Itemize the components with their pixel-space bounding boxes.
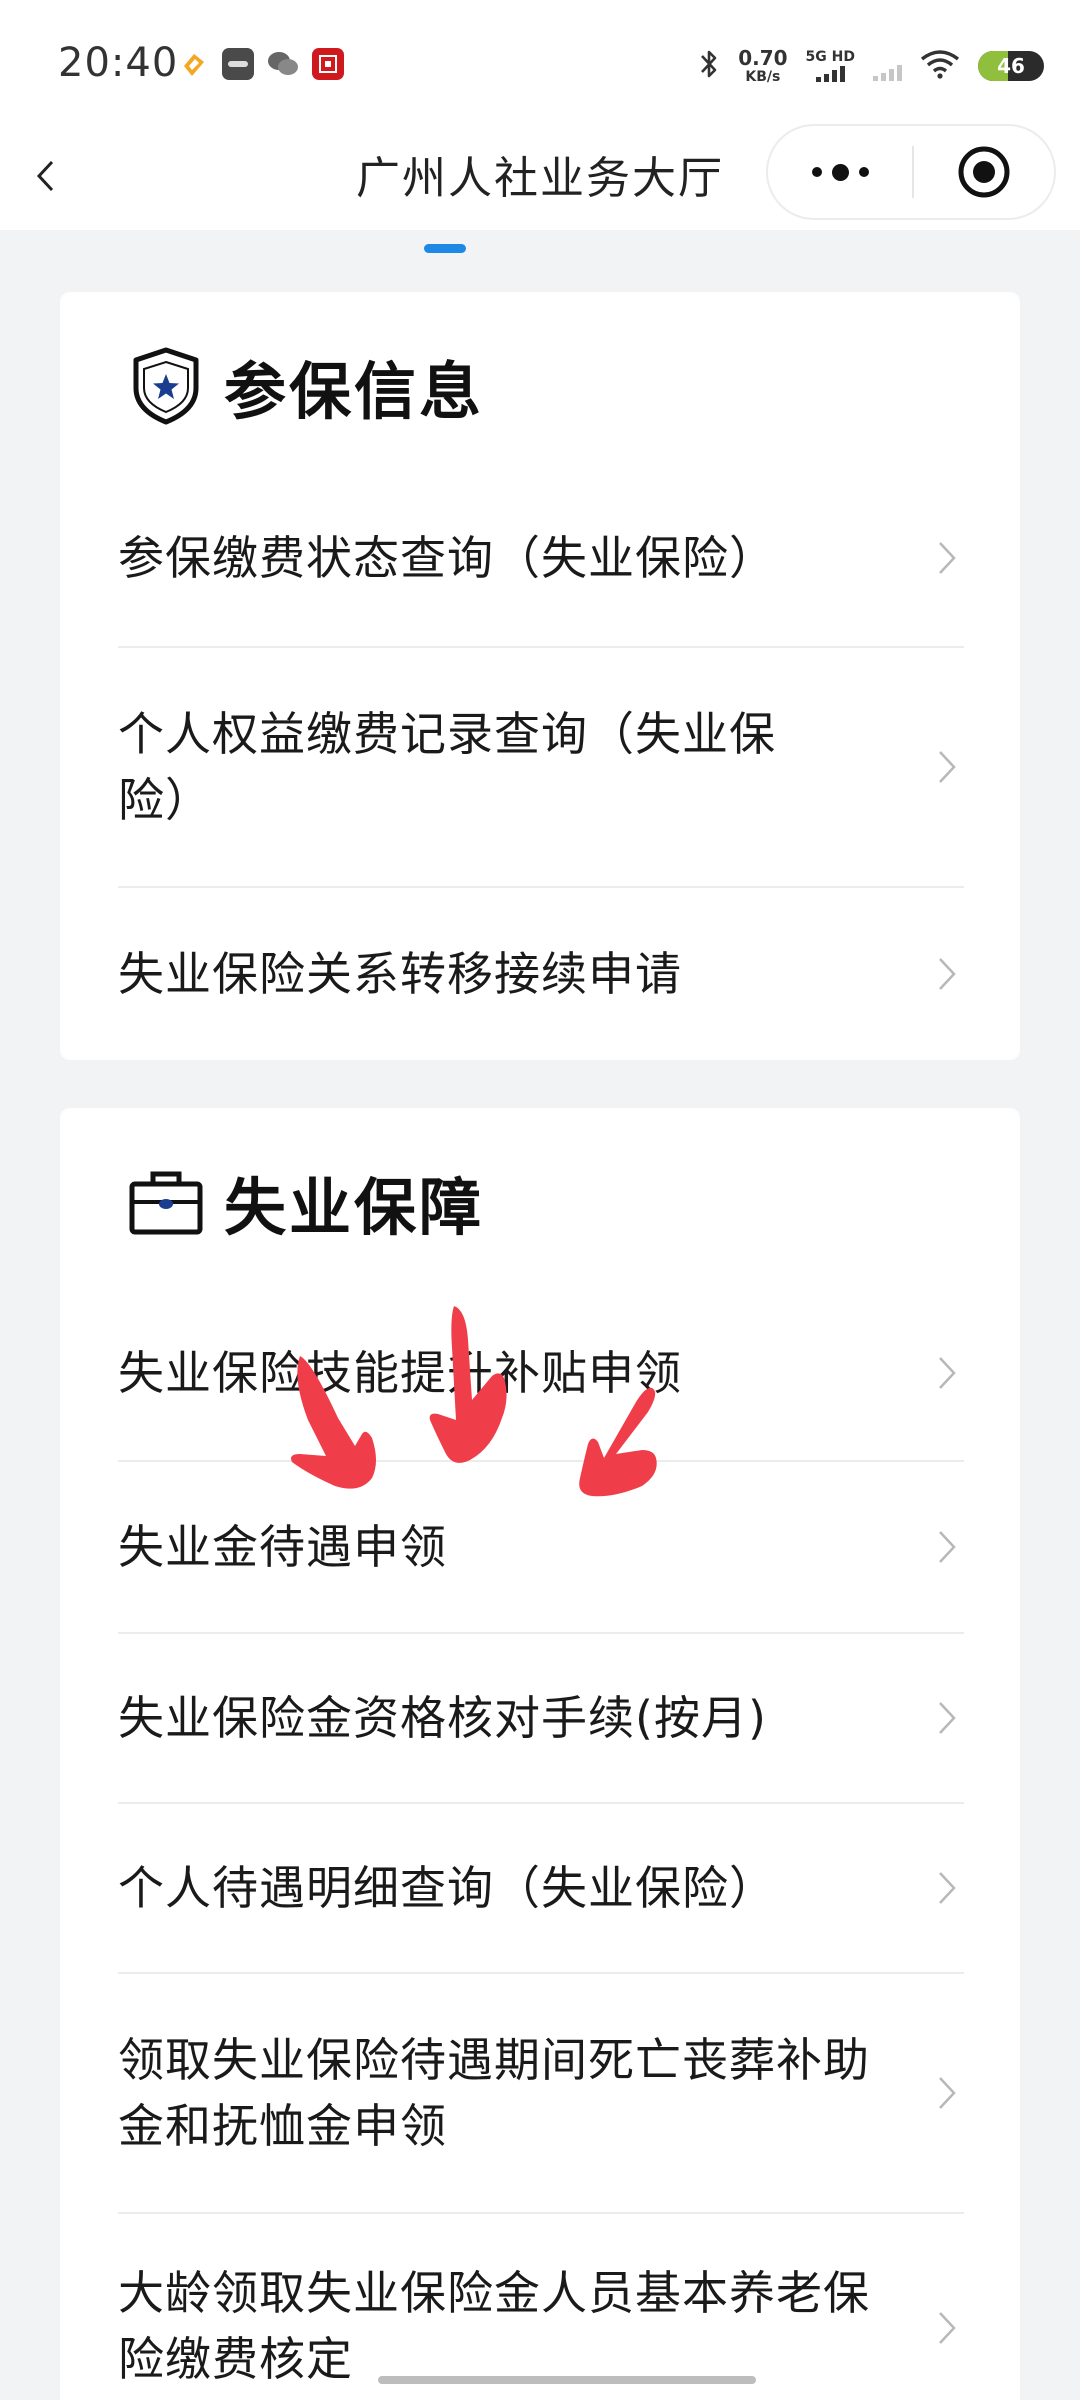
status-bar: 20:40 0.70 KB/s 5G HD 46 <box>0 0 1080 120</box>
home-indicator[interactable] <box>378 2376 756 2384</box>
list-item[interactable]: 失业保险关系转移接续申请 <box>118 888 964 1060</box>
more-dots-icon <box>811 167 822 177</box>
chevron-right-icon <box>932 747 962 787</box>
network-label: 5G HD <box>805 49 855 65</box>
screen: 20:40 0.70 KB/s 5G HD 46 广州人社业务大厅 参保信息 参… <box>0 0 1080 2400</box>
status-time: 20:40 <box>58 40 179 86</box>
nav-bar: 广州人社业务大厅 <box>0 120 1080 230</box>
list-item-label: 参保缴费状态查询（失业保险） <box>118 531 776 585</box>
close-button[interactable] <box>914 126 1054 218</box>
chevron-right-icon <box>932 538 962 578</box>
chevron-right-icon <box>932 2073 962 2113</box>
list-item-label: 失业保险技能提升补贴申领 <box>118 1346 682 1400</box>
wechat-icon <box>266 48 298 80</box>
bluetooth-icon <box>698 47 720 85</box>
chevron-right-icon <box>932 1698 962 1738</box>
target-close-icon <box>958 146 1010 198</box>
chevron-right-icon <box>932 1527 962 1567</box>
list-item-label: 失业保险金资格核对手续(按月) <box>118 1691 767 1745</box>
list-item[interactable]: 个人待遇明细查询（失业保险） <box>118 1804 964 1974</box>
battery-level: 46 <box>997 54 1025 78</box>
net-speed-value: 0.70 <box>738 46 788 70</box>
list-item[interactable]: 大龄领取失业保险金人员基本养老保险缴费核定 <box>118 2214 964 2400</box>
chevron-right-icon <box>932 2308 962 2348</box>
section-card-insurance-info: 参保信息 参保缴费状态查询（失业保险） 个人权益缴费记录查询（失业保险） 失业保… <box>60 292 1020 1060</box>
section-header: 失业保障 <box>126 1158 484 1246</box>
list-item[interactable]: 参保缴费状态查询（失业保险） <box>118 470 964 648</box>
briefcase-icon <box>129 1171 203 1235</box>
list-item[interactable]: 失业保险技能提升补贴申领 <box>118 1286 964 1462</box>
shield-star-icon <box>133 347 199 425</box>
chevron-right-icon <box>932 954 962 994</box>
tab-indicator <box>424 244 466 253</box>
list-item[interactable]: 领取失业保险待遇期间死亡丧葬补助金和抚恤金申领 <box>118 1974 964 2214</box>
signal-bars-icon <box>815 66 845 82</box>
section-title: 参保信息 <box>224 355 485 428</box>
list-item[interactable]: 失业金待遇申领 <box>118 1462 964 1634</box>
net-speed: 0.70 KB/s <box>738 48 787 84</box>
signal-strength-5g: 5G HD <box>806 50 855 82</box>
list-item-label: 领取失业保险待遇期间死亡丧葬补助金和抚恤金申领 <box>118 2033 870 2153</box>
list-item[interactable]: 失业保险金资格核对手续(按月) <box>118 1634 964 1804</box>
section-card-unemployment: 失业保障 失业保险技能提升补贴申领 失业金待遇申领 失业保险金资格核对手续(按月… <box>60 1108 1020 2400</box>
section-title: 失业保障 <box>224 1171 485 1244</box>
list-item-label: 个人待遇明细查询（失业保险） <box>118 1861 776 1915</box>
net-speed-unit: KB/s <box>745 69 781 85</box>
chevron-right-icon <box>932 1868 962 1908</box>
list-item-label: 失业保险关系转移接续申请 <box>118 947 682 1001</box>
more-button[interactable] <box>768 126 912 218</box>
list-item-label: 失业金待遇申领 <box>118 1520 447 1574</box>
section-header: 参保信息 <box>126 342 484 430</box>
list-item[interactable]: 个人权益缴费记录查询（失业保险） <box>118 648 964 888</box>
bank-app-icon <box>312 48 344 80</box>
signal-bars-secondary-icon <box>873 65 902 81</box>
status-indicators: 0.70 KB/s 5G HD 46 <box>698 36 1044 96</box>
wifi-icon <box>920 49 960 83</box>
battery-indicator: 46 <box>978 51 1044 81</box>
fire-app-icon <box>178 48 210 80</box>
list-item-label: 大龄领取失业保险金人员基本养老保险缴费核定 <box>118 2266 870 2386</box>
vivo-app-icon <box>222 48 254 80</box>
chevron-right-icon <box>932 1353 962 1393</box>
mini-program-capsule <box>766 124 1056 220</box>
list-item-label: 个人权益缴费记录查询（失业保险） <box>118 707 776 827</box>
